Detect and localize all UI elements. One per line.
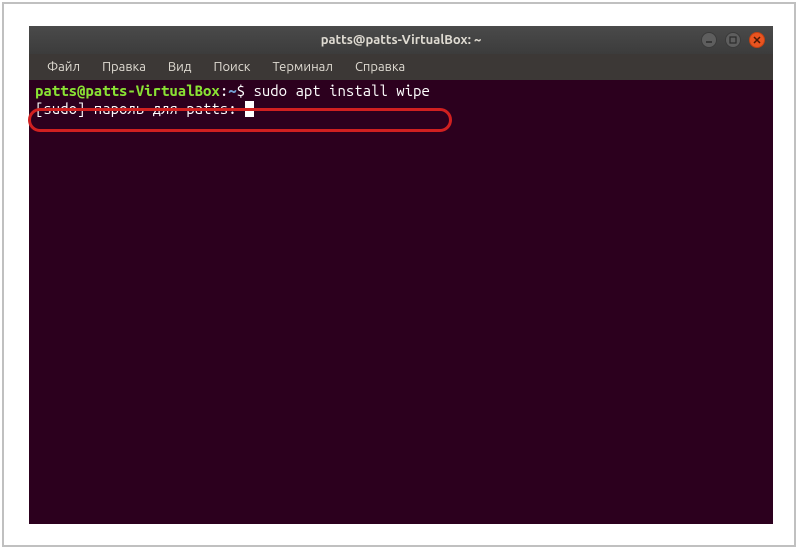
minimize-button[interactable] [701, 32, 717, 48]
menu-file[interactable]: Файл [37, 56, 90, 78]
menu-terminal[interactable]: Терминал [262, 56, 342, 78]
window-title: patts@patts-VirtualBox: ~ [321, 33, 482, 47]
prompt-path: ~ [228, 82, 236, 99]
sudo-prompt-line: [sudo] пароль для patts: [35, 100, 767, 118]
menu-search[interactable]: Поиск [203, 56, 260, 78]
command-text: sudo apt install wipe [253, 82, 429, 99]
prompt-colon: : [220, 82, 228, 99]
menu-view[interactable]: Вид [158, 56, 202, 78]
outer-frame: patts@patts-VirtualBox: ~ Файл Правка Ви… [2, 2, 796, 547]
cursor [245, 101, 254, 117]
window-controls [701, 32, 765, 48]
maximize-button[interactable] [725, 32, 741, 48]
terminal-content[interactable]: patts@patts-VirtualBox:~$ sudo apt insta… [29, 80, 773, 524]
close-button[interactable] [749, 32, 765, 48]
menu-help[interactable]: Справка [345, 56, 415, 78]
prompt-dollar: $ [237, 82, 245, 99]
sudo-prompt-text: [sudo] пароль для patts: [35, 100, 245, 117]
menu-bar: Файл Правка Вид Поиск Терминал Справка [29, 54, 773, 80]
terminal-window: patts@patts-VirtualBox: ~ Файл Правка Ви… [29, 26, 773, 524]
menu-edit[interactable]: Правка [92, 56, 156, 78]
command-line: patts@patts-VirtualBox:~$ sudo apt insta… [35, 82, 767, 100]
title-bar: patts@patts-VirtualBox: ~ [29, 26, 773, 54]
prompt-userhost: patts@patts-VirtualBox [35, 82, 220, 99]
